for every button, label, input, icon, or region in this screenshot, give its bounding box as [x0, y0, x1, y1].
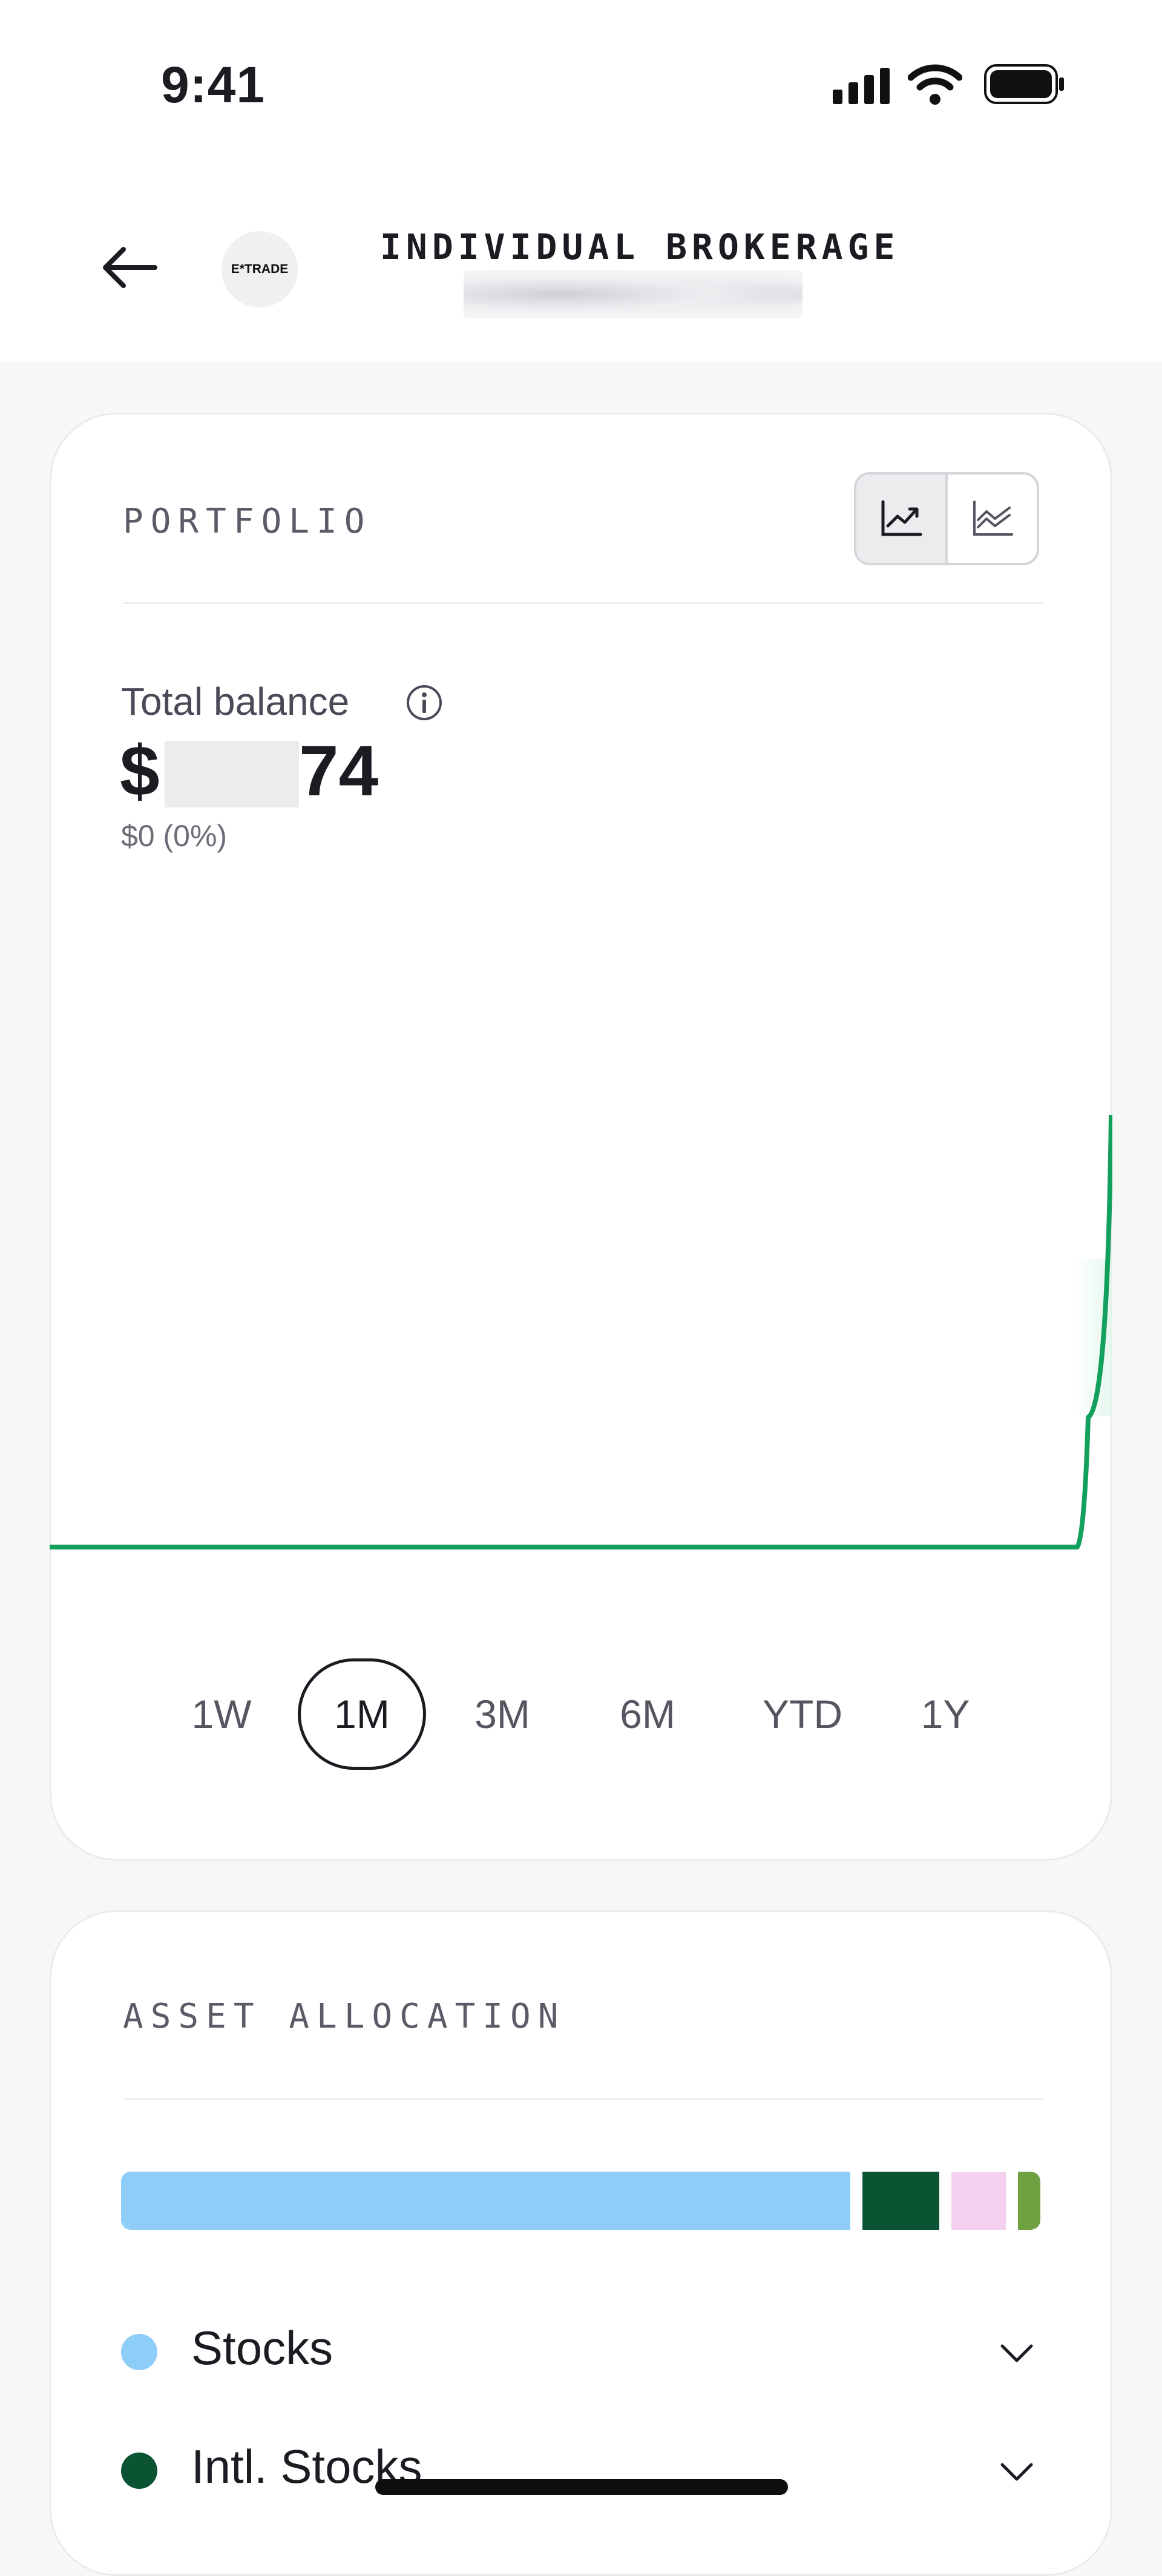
- balance-line: [50, 1114, 1112, 1549]
- portfolio-divider: [123, 602, 1043, 604]
- allocation-segment: [951, 2172, 1006, 2230]
- range-3m-button[interactable]: 3M: [457, 1658, 548, 1770]
- legend-label: Stocks: [191, 2321, 333, 2374]
- account-number-redacted: [464, 270, 803, 318]
- status-time: 9:41: [161, 56, 266, 113]
- info-icon[interactable]: [405, 684, 443, 721]
- header-area: 9:41 E*TRADE INDIVIDUAL BROKERAGE: [0, 0, 1162, 362]
- balance-change: $0 (0%): [121, 819, 228, 853]
- total-balance-label: Total balance: [121, 680, 350, 723]
- page-title: INDIVIDUAL BROKERAGE: [380, 226, 900, 268]
- broker-logo-text: E*TRADE: [231, 262, 289, 276]
- portfolio-chart: [50, 1114, 1112, 1549]
- chevron-down-icon[interactable]: [999, 2341, 1035, 2365]
- broker-logo: E*TRADE: [222, 231, 298, 307]
- chevron-down-icon[interactable]: [999, 2460, 1035, 2484]
- legend-color-dot: [121, 2453, 157, 2489]
- range-1w-button[interactable]: 1W: [176, 1658, 267, 1770]
- asset-allocation-divider: [123, 2098, 1043, 2100]
- range-1m-button[interactable]: 1M: [298, 1658, 426, 1770]
- balance-currency: $: [120, 731, 160, 811]
- area-chart-icon: [973, 501, 1013, 536]
- portfolio-label: PORTFOLIO: [123, 502, 372, 541]
- chart-series: [50, 1114, 1112, 1549]
- back-arrow-icon[interactable]: [99, 243, 160, 292]
- area-chart-toggle[interactable]: [948, 475, 1037, 563]
- allocation-segment: [121, 2172, 850, 2230]
- line-chart-toggle[interactable]: [856, 475, 948, 563]
- balance-value-suffix: 74: [299, 731, 379, 811]
- allocation-segment: [862, 2172, 939, 2230]
- range-1y-button[interactable]: 1Y: [900, 1658, 991, 1770]
- legend-color-dot: [121, 2334, 157, 2370]
- wifi-icon: [908, 64, 962, 105]
- range-ytd-button[interactable]: YTD: [751, 1658, 854, 1770]
- chart-type-toggle[interactable]: [854, 472, 1039, 565]
- balance-redacted: [165, 741, 299, 807]
- asset-allocation-label: ASSET ALLOCATION: [123, 1997, 566, 2036]
- cellular-signal-icon: [833, 68, 890, 104]
- line-chart-icon: [881, 500, 922, 536]
- range-6m-button[interactable]: 6M: [602, 1658, 693, 1770]
- battery-icon: [984, 64, 1064, 104]
- allocation-segment: [1018, 2172, 1040, 2230]
- home-indicator: [375, 2479, 788, 2495]
